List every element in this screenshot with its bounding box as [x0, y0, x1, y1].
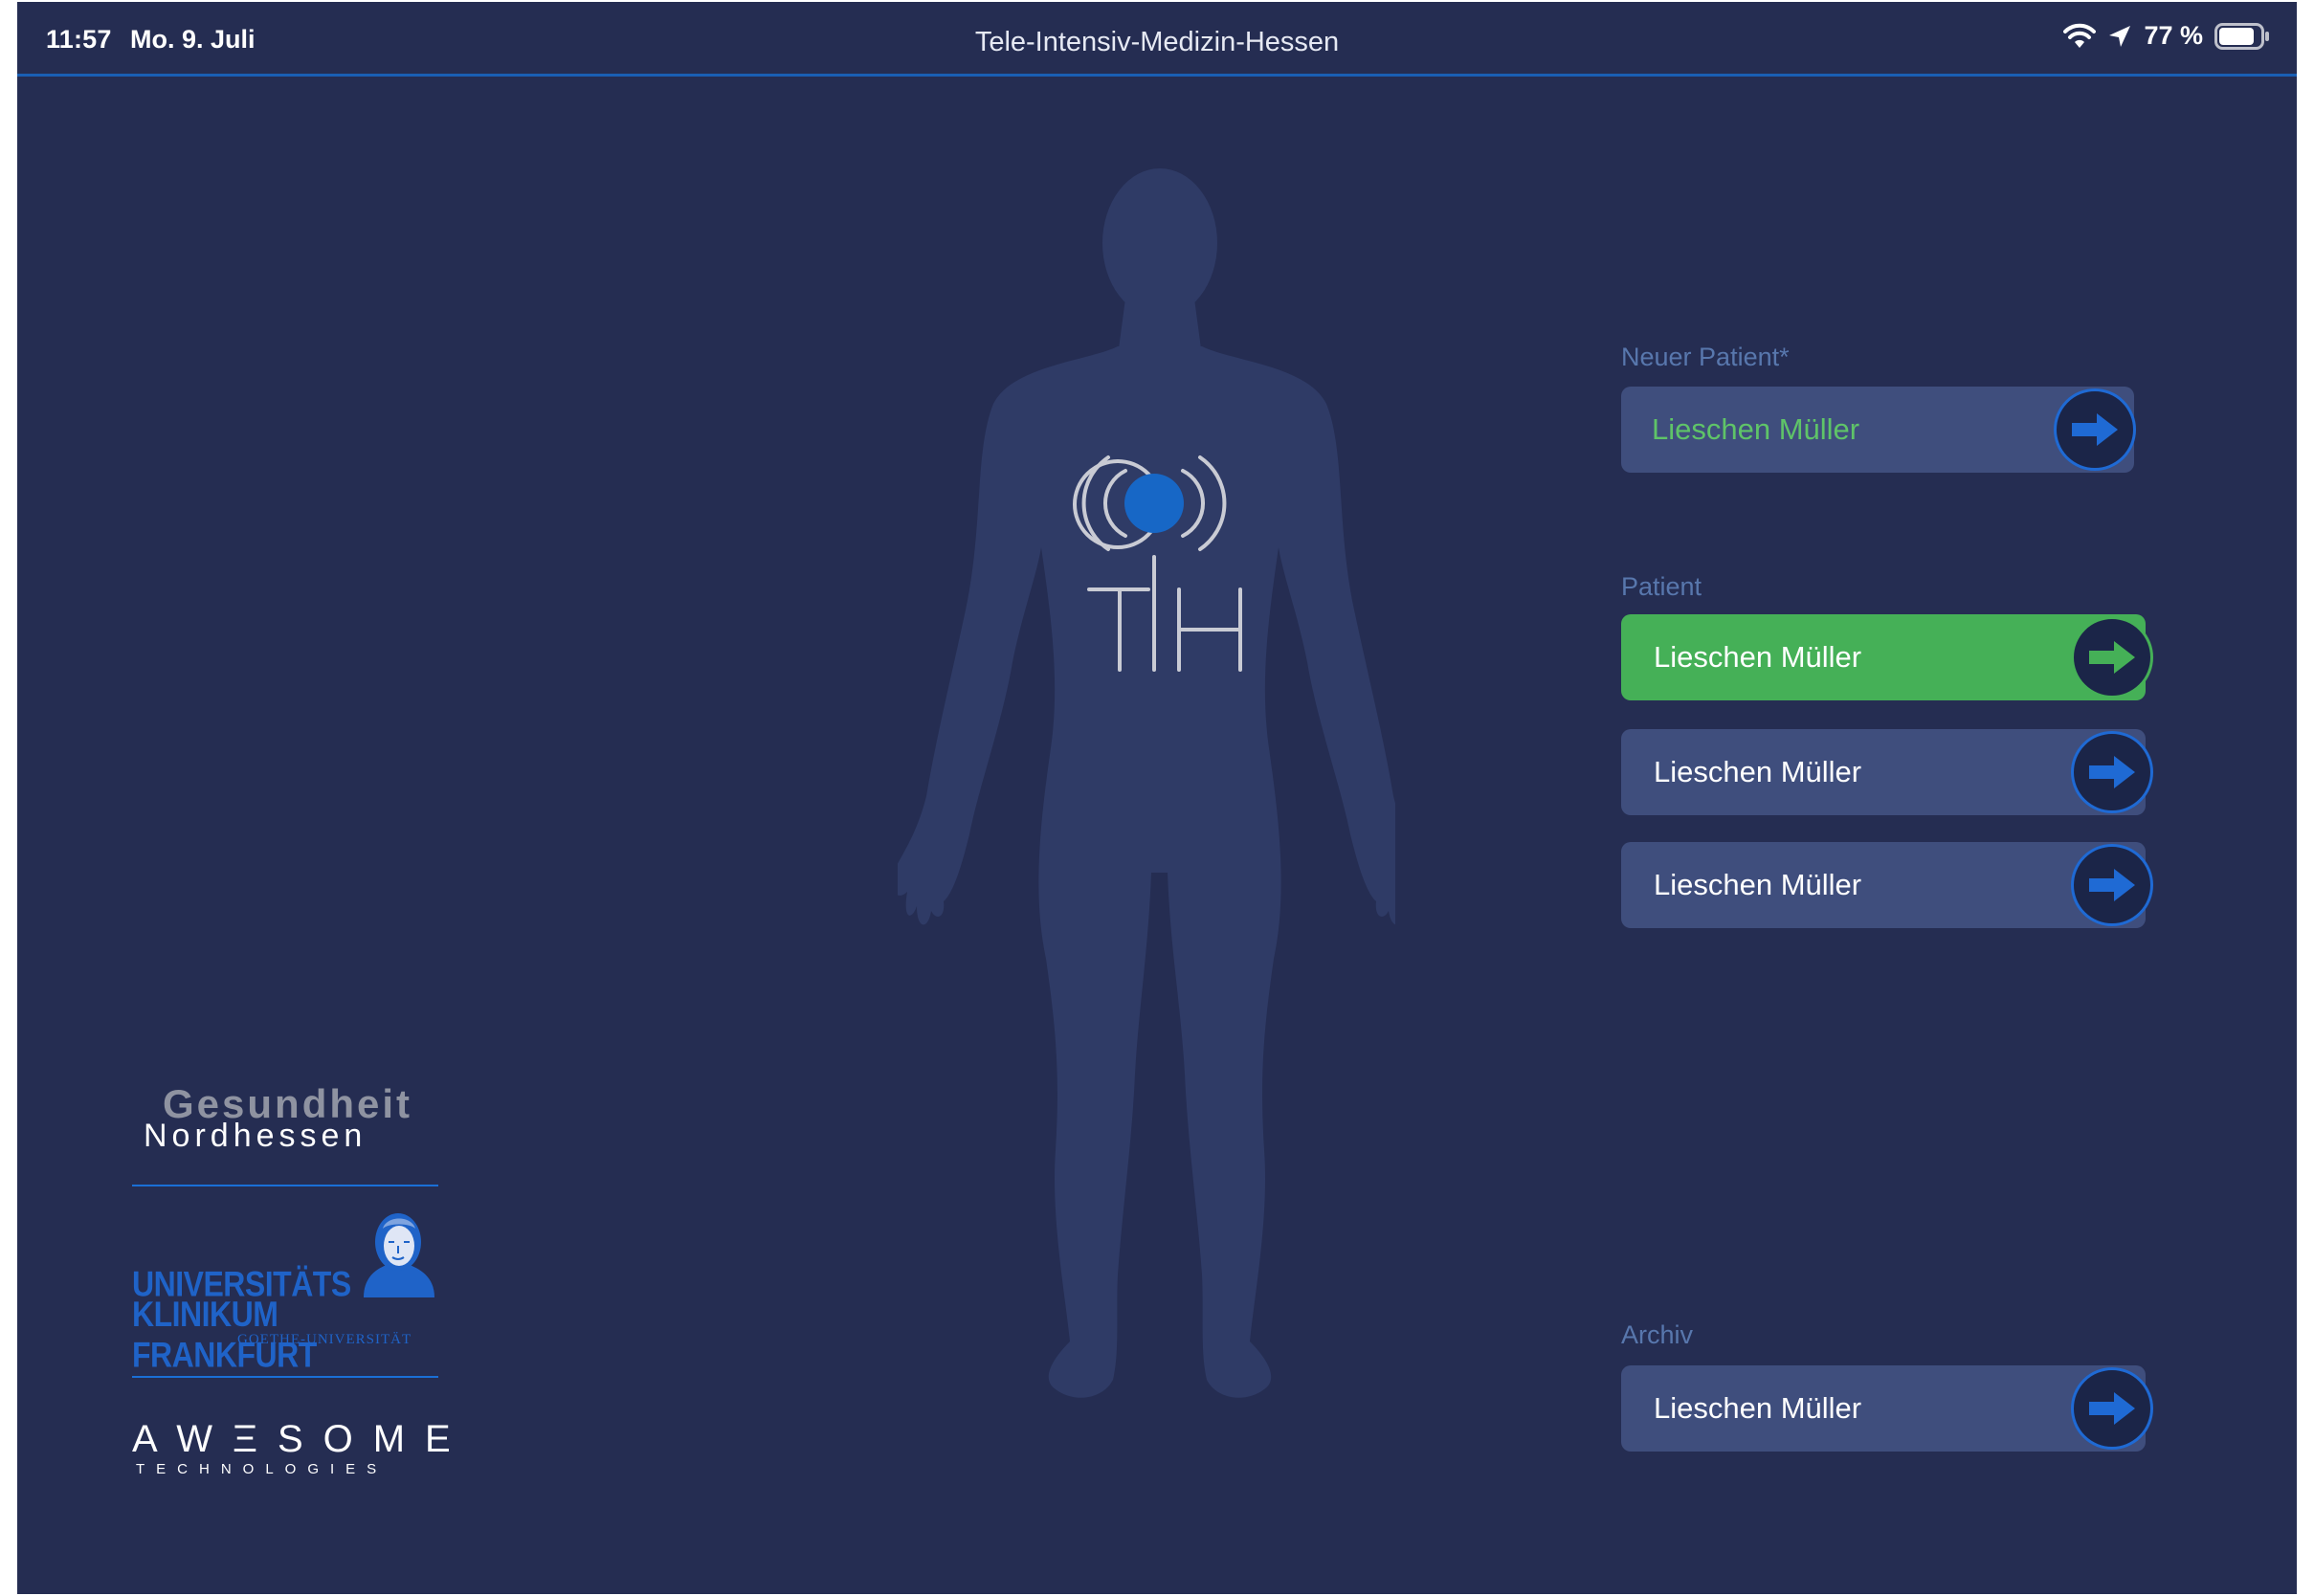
patient-item[interactable]: Lieschen Müller [1621, 842, 2153, 928]
logo-divider [132, 1376, 438, 1378]
arrow-right-icon[interactable] [2071, 731, 2153, 813]
app-screen: 11:57 Mo. 9. Juli Tele-Intensiv-Medizin-… [17, 2, 2297, 1594]
logo-technologies-text: TECHNOLOGIES [136, 1461, 389, 1477]
location-arrow-icon [2107, 24, 2132, 49]
arrow-right-icon[interactable] [2071, 844, 2153, 926]
app-title: Tele-Intensiv-Medizin-Hessen [974, 27, 1340, 57]
arrow-right-icon[interactable] [2054, 388, 2136, 471]
awesome-technologies-logo: AWΞSOME TECHNOLOGIES [132, 1418, 471, 1477]
archive-patient-name: Lieschen Müller [1654, 1391, 1862, 1425]
battery-percent: 77 % [2144, 21, 2203, 50]
body-silhouette [898, 168, 1395, 1398]
battery-icon [2214, 22, 2270, 50]
patient-name: Lieschen Müller [1654, 868, 1862, 901]
new-patient-label: Neuer Patient* [1621, 343, 1790, 371]
new-patient-name: Lieschen Müller [1652, 412, 1860, 446]
patient-item-active[interactable]: Lieschen Müller [1621, 614, 2153, 700]
archive-item[interactable]: Lieschen Müller [1621, 1365, 2153, 1452]
status-indicators: 77 % [2063, 21, 2270, 51]
arrow-right-icon[interactable] [2071, 616, 2153, 698]
uni-line-3: GOETHE-UNIVERSITÄT [237, 1332, 412, 1347]
logo-awesome-text: AWΞSOME [132, 1418, 471, 1460]
archive-section-label: Archiv [1621, 1320, 1694, 1349]
uniklinik-frankfurt-logo: UNIVERSITÄTS KLINIKUM FRANKFURT GOETHE-U… [132, 1209, 448, 1374]
goethe-portrait-icon [364, 1213, 434, 1297]
gesundheit-nordhessen-logo: Gesundheit Nordhessen [144, 1081, 412, 1155]
status-bar: 11:57 Mo. 9. Juli Tele-Intensiv-Medizin-… [17, 2, 2297, 77]
patient-name: Lieschen Müller [1654, 755, 1862, 788]
logo-divider [132, 1185, 438, 1186]
patient-item[interactable]: Lieschen Müller [1621, 729, 2153, 815]
arrow-right-icon[interactable] [2071, 1367, 2153, 1450]
patient-name: Lieschen Müller [1654, 640, 1862, 674]
wifi-icon [2063, 23, 2097, 50]
patient-section-label: Patient [1621, 572, 1702, 601]
new-patient-button[interactable]: Lieschen Müller [1621, 387, 2136, 473]
